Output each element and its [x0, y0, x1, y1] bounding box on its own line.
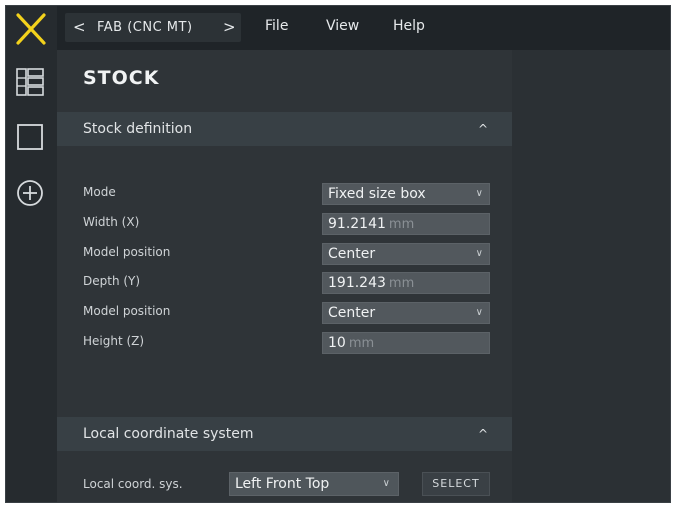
grid-layout-icon[interactable] [15, 67, 45, 97]
select-button[interactable]: SELECT [422, 472, 490, 496]
model-position-x-select[interactable]: Center ∨ [322, 243, 490, 265]
depth-unit: mm [388, 276, 415, 291]
chevron-down-icon: ∨ [475, 188, 483, 199]
left-rail [5, 5, 57, 503]
chevron-up-icon[interactable]: ^ [478, 417, 488, 451]
depth-label: Depth (Y) [83, 274, 141, 288]
width-value: 91.2141 [328, 216, 386, 232]
model-position-x-label: Model position [83, 245, 171, 259]
square-icon[interactable] [15, 122, 45, 152]
depth-input[interactable]: 191.243 mm [322, 272, 490, 294]
model-position-y-select[interactable]: Center ∨ [322, 302, 490, 324]
mode-value: Fixed size box [328, 186, 426, 202]
chevron-down-icon: ∨ [475, 307, 483, 318]
height-value: 10 [328, 335, 346, 351]
chevron-left-icon[interactable]: < [73, 13, 86, 42]
add-circle-icon[interactable] [15, 178, 45, 208]
local-coordinate-system-header[interactable]: Local coordinate system ^ [57, 417, 512, 451]
menu-view[interactable]: View [326, 18, 359, 34]
stock-definition-header[interactable]: Stock definition ^ [57, 112, 512, 146]
width-unit: mm [388, 217, 415, 232]
chevron-down-icon: ∨ [382, 478, 390, 489]
menu-help[interactable]: Help [393, 18, 425, 34]
section-label: Local coordinate system [83, 426, 254, 442]
width-input[interactable]: 91.2141 mm [322, 213, 490, 235]
chevron-up-icon[interactable]: ^ [478, 112, 488, 146]
mode-select[interactable]: Fixed size box ∨ [322, 183, 490, 205]
panel-title: STOCK [83, 67, 160, 89]
breadcrumb: < FAB (CNC MT) > [65, 13, 241, 42]
local-coord-sys-value: Left Front Top [235, 476, 330, 492]
height-unit: mm [348, 336, 375, 351]
depth-value: 191.243 [328, 275, 386, 291]
model-position-y-value: Center [328, 305, 376, 321]
height-input[interactable]: 10 mm [322, 332, 490, 354]
viewport-area [512, 50, 671, 503]
section-label: Stock definition [83, 121, 193, 137]
top-menu-bar: < FAB (CNC MT) > File View Help [57, 5, 671, 50]
height-label: Height (Z) [83, 334, 145, 348]
app-window: < FAB (CNC MT) > File View Help STOCK St… [5, 5, 671, 503]
local-coord-sys-label: Local coord. sys. [83, 477, 183, 491]
stock-panel: STOCK Stock definition ^ Mode Fixed size… [57, 50, 512, 503]
breadcrumb-title[interactable]: FAB (CNC MT) [97, 13, 193, 42]
model-position-x-value: Center [328, 246, 376, 262]
logo-x-icon[interactable] [13, 11, 49, 47]
chevron-down-icon: ∨ [475, 248, 483, 259]
width-label: Width (X) [83, 215, 140, 229]
mode-label: Mode [83, 185, 116, 199]
menu-file[interactable]: File [265, 18, 288, 34]
local-coord-sys-select[interactable]: Left Front Top ∨ [229, 472, 399, 496]
chevron-right-icon[interactable]: > [223, 13, 236, 42]
model-position-y-label: Model position [83, 304, 171, 318]
